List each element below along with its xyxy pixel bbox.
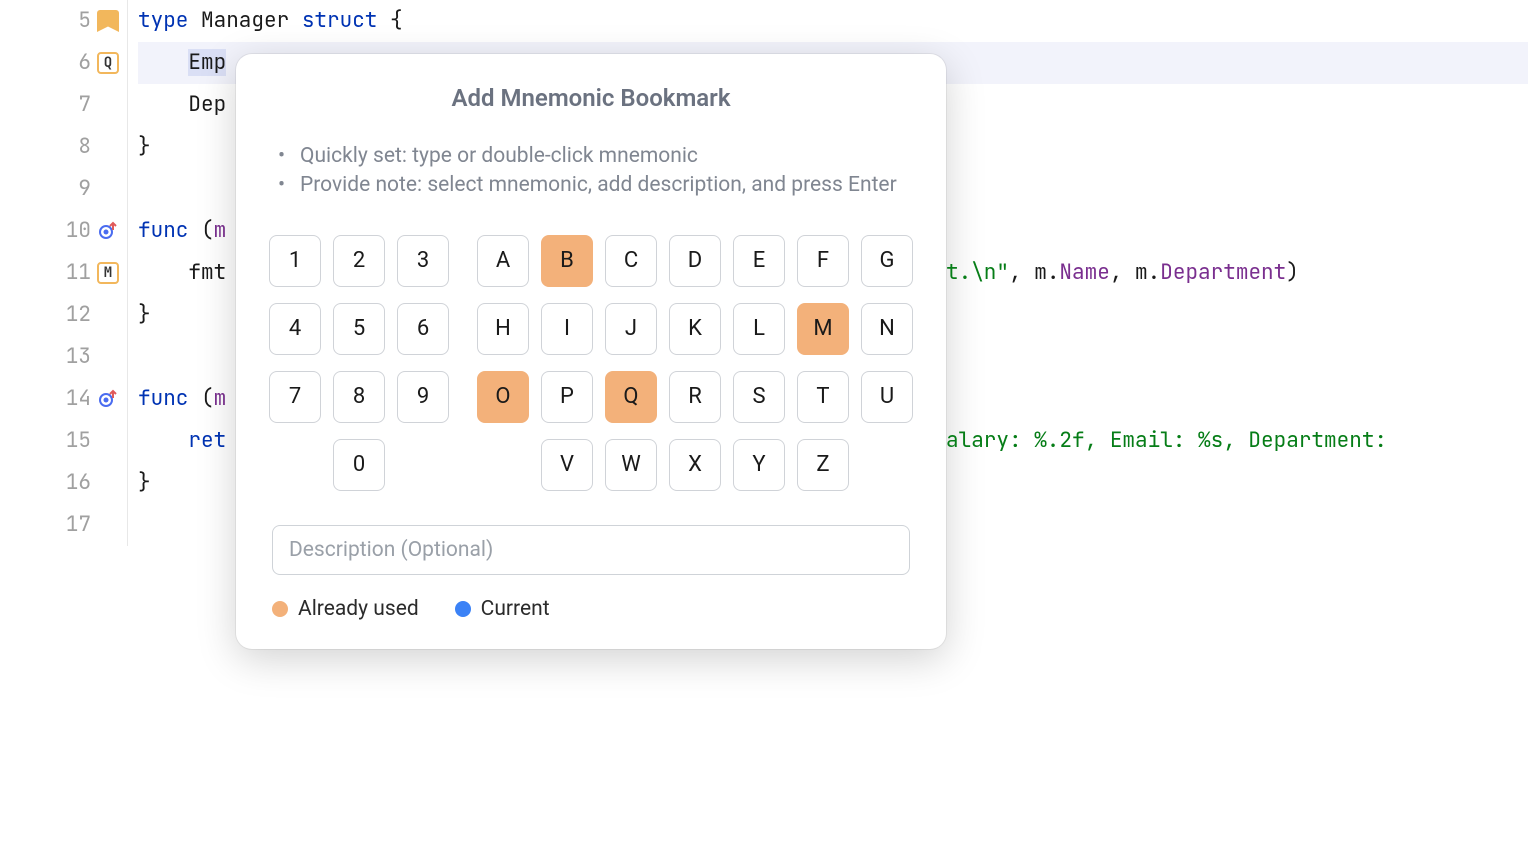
number-keys: 123 456 7890	[269, 235, 449, 491]
hint-line: Quickly set: type or double-click mnemon…	[278, 142, 910, 171]
mnemonic-key-O[interactable]: O	[477, 371, 529, 423]
mnemonic-key-grid: 123 456 7890 ABCDEFG HIJKLMN OPQRSTU VWXYZ	[272, 235, 910, 491]
mnemonic-key-Z[interactable]: Z	[797, 439, 849, 491]
gutter-row: 12	[0, 294, 127, 336]
mnemonic-key-W[interactable]: W	[605, 439, 657, 491]
gutter-row: 16	[0, 462, 127, 504]
line-number: 5	[63, 0, 91, 42]
gutter-row: 15	[0, 420, 127, 462]
mnemonic-bookmark-popup: Add Mnemonic Bookmark Quickly set: type …	[236, 54, 946, 649]
mnemonic-key-K[interactable]: K	[669, 303, 721, 355]
mnemonic-key-Y[interactable]: Y	[733, 439, 785, 491]
mnemonic-key-2[interactable]: 2	[333, 235, 385, 287]
mnemonic-key-X[interactable]: X	[669, 439, 721, 491]
legend: Already used Current	[272, 597, 910, 621]
gutter: 56Q7891011 M 121314151617	[0, 0, 128, 546]
mnemonic-key-M[interactable]: M	[797, 303, 849, 355]
mnemonic-key-0[interactable]: 0	[333, 439, 385, 491]
mnemonic-key-N[interactable]: N	[861, 303, 913, 355]
line-number: 12	[63, 294, 91, 336]
mnemonic-key-A[interactable]: A	[477, 235, 529, 287]
implements-gutter-icon[interactable]	[97, 220, 119, 242]
mnemonic-key-D[interactable]: D	[669, 235, 721, 287]
line-number: 15	[63, 420, 91, 462]
gutter-row: 7	[0, 84, 127, 126]
implements-gutter-icon[interactable]	[97, 388, 119, 410]
mnemonic-key-C[interactable]: C	[605, 235, 657, 287]
mnemonic-key-V[interactable]: V	[541, 439, 593, 491]
mnemonic-key-I[interactable]: I	[541, 303, 593, 355]
line-number: 17	[63, 504, 91, 546]
gutter-row: 11 M	[0, 252, 127, 294]
mnemonic-key-G[interactable]: G	[861, 235, 913, 287]
line-number: 16	[63, 462, 91, 504]
mnemonic-key-3[interactable]: 3	[397, 235, 449, 287]
legend-dot-current-icon	[455, 601, 471, 617]
mnemonic-key-6[interactable]: 6	[397, 303, 449, 355]
mnemonic-key-B[interactable]: B	[541, 235, 593, 287]
mnemonic-bookmark-icon[interactable]: Q	[97, 52, 119, 74]
mnemonic-bookmark-icon[interactable]: M	[97, 262, 119, 284]
letter-keys: ABCDEFG HIJKLMN OPQRSTU VWXYZ	[477, 235, 913, 491]
line-number: 6	[63, 42, 91, 84]
mnemonic-key-R[interactable]: R	[669, 371, 721, 423]
mnemonic-key-U[interactable]: U	[861, 371, 913, 423]
mnemonic-key-T[interactable]: T	[797, 371, 849, 423]
hints: Quickly set: type or double-click mnemon…	[278, 142, 910, 201]
mnemonic-key-4[interactable]: 4	[269, 303, 321, 355]
mnemonic-key-F[interactable]: F	[797, 235, 849, 287]
line-number: 13	[63, 336, 91, 378]
mnemonic-key-Q[interactable]: Q	[605, 371, 657, 423]
mnemonic-key-J[interactable]: J	[605, 303, 657, 355]
line-number: 7	[63, 84, 91, 126]
line-number: 9	[63, 168, 91, 210]
line-number: 11	[63, 252, 91, 294]
hint-line: Provide note: select mnemonic, add descr…	[278, 171, 910, 200]
mnemonic-key-L[interactable]: L	[733, 303, 785, 355]
legend-current: Current	[455, 597, 550, 621]
legend-used: Already used	[272, 597, 419, 621]
line-number: 14	[63, 378, 91, 420]
mnemonic-key-1[interactable]: 1	[269, 235, 321, 287]
gutter-row: 10	[0, 210, 127, 252]
gutter-row: 17	[0, 504, 127, 546]
mnemonic-key-7[interactable]: 7	[269, 371, 321, 423]
gutter-row: 9	[0, 168, 127, 210]
popup-title: Add Mnemonic Bookmark	[272, 84, 910, 112]
legend-dot-used-icon	[272, 601, 288, 617]
gutter-row: 13	[0, 336, 127, 378]
mnemonic-key-9[interactable]: 9	[397, 371, 449, 423]
gutter-row: 6Q	[0, 42, 127, 84]
bookmark-icon[interactable]	[97, 10, 119, 32]
gutter-row: 14	[0, 378, 127, 420]
description-input[interactable]	[272, 525, 910, 575]
mnemonic-key-5[interactable]: 5	[333, 303, 385, 355]
mnemonic-key-P[interactable]: P	[541, 371, 593, 423]
mnemonic-key-8[interactable]: 8	[333, 371, 385, 423]
gutter-row: 5	[0, 0, 127, 42]
gutter-row: 8	[0, 126, 127, 168]
line-number: 10	[63, 210, 91, 252]
mnemonic-key-H[interactable]: H	[477, 303, 529, 355]
mnemonic-key-E[interactable]: E	[733, 235, 785, 287]
mnemonic-key-S[interactable]: S	[733, 371, 785, 423]
line-number: 8	[63, 126, 91, 168]
